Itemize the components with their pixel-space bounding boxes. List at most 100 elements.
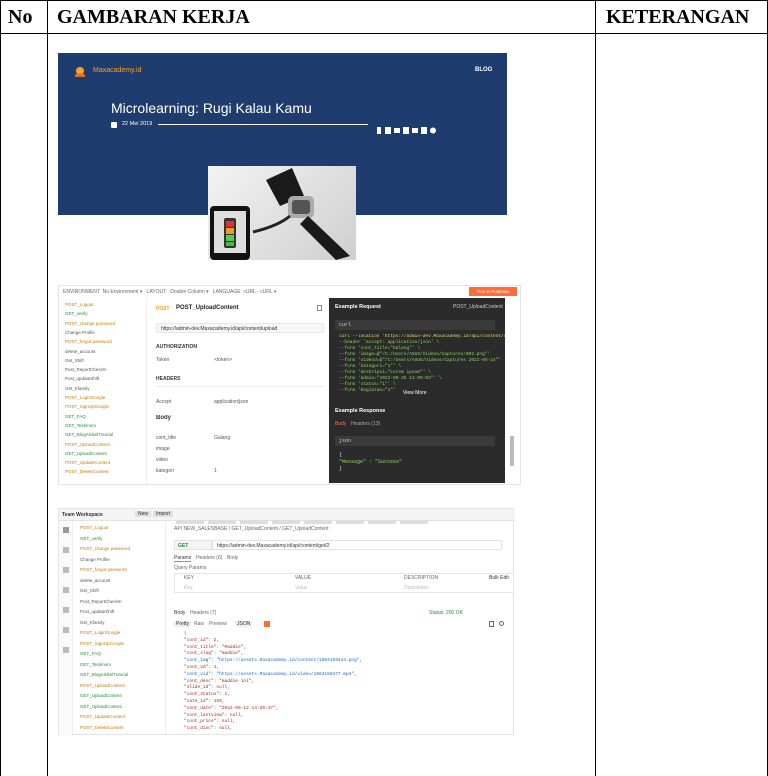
sidebar-item[interactable]: GET_verify (80, 536, 103, 543)
header-keterangan: KETERANGAN (606, 6, 750, 28)
sidebar-item[interactable]: Post_ReportCheckIn (65, 367, 107, 374)
copy-icon[interactable] (489, 621, 494, 627)
param-key-placeholder[interactable]: Key (184, 585, 193, 591)
sidebar-item[interactable]: GET_UploadContent (80, 704, 122, 711)
sidebar-item[interactable]: Get_Shift (65, 358, 84, 365)
sidebar-item[interactable]: Get_Kfamily (65, 386, 90, 393)
code-line: --header 'accept: application/json' \ (339, 340, 439, 345)
tab-body[interactable]: Body (227, 555, 238, 561)
code-line: --form 'kategori="1"' \ (339, 364, 402, 369)
example-request-name: POST_UploadContent (453, 304, 503, 310)
sidebar-item[interactable]: POST_LoginGoogle (80, 630, 120, 637)
sidebar-item[interactable]: GET_FAQ (80, 651, 101, 658)
sidebar-item[interactable]: Change Profile (80, 557, 110, 564)
code-line: "cont_lastview": null, (184, 712, 244, 718)
sidebar-item[interactable]: GET_Testimoni (80, 662, 111, 669)
sidebar-item[interactable]: Get_Shift (80, 588, 99, 595)
view-tab-pretty[interactable]: Pretty (174, 621, 192, 627)
sidebar-item[interactable]: POST_forgot password (80, 567, 127, 574)
sidebar-item[interactable]: delete_account (65, 349, 96, 356)
sidebar-item[interactable]: Post_updateShift (80, 609, 114, 616)
sidebar-item[interactable]: POST_UploadContent (80, 683, 125, 690)
params-table (174, 573, 514, 593)
wrap-icon[interactable] (264, 621, 270, 627)
view-tab-preview[interactable]: Preview (209, 621, 227, 627)
column-divider-1 (47, 0, 48, 776)
sidebar-item[interactable]: GET_UploadContent (65, 451, 107, 458)
example-response-title: Example Response (335, 408, 386, 414)
tab-params[interactable]: Params (174, 555, 192, 562)
sidebar-item[interactable]: Post_updateShift (65, 376, 99, 383)
request-tabs-strip[interactable] (174, 512, 464, 524)
param-value-placeholder[interactable]: Value (295, 585, 307, 591)
workspace-name[interactable]: Team Workspace (62, 512, 103, 518)
sidebar-item[interactable]: Post_ReportCheckIn (80, 599, 122, 606)
body-section-title: Body (156, 415, 171, 421)
code-line: "cont_title": "Maddie", (184, 644, 247, 650)
sidebar-item[interactable]: GET_UploadContent (80, 693, 122, 700)
import-button[interactable]: Import (153, 511, 174, 517)
param-col-key: KEY (184, 575, 195, 581)
authorization-section-title: AUTHORIZATION (156, 344, 198, 350)
sidebar-item[interactable]: delete_account (80, 578, 111, 585)
search-icon[interactable] (499, 621, 504, 626)
sidebar-item[interactable]: POST_DeleteContent (80, 725, 124, 732)
view-tab-raw[interactable]: Raw (194, 621, 204, 627)
body-row-value: 1 (214, 468, 217, 474)
nav-blog[interactable]: BLOG (475, 67, 492, 73)
header-gambaran-kerja: GAMBARAN KERJA (57, 6, 250, 28)
brand-name: Maxacademy.id (93, 67, 142, 74)
code-line: --form 'Kegiatan="1"' (339, 388, 396, 393)
column-divider-2 (595, 0, 596, 776)
request-url[interactable]: https://admin-dev.Maxacademy.id/api/cont… (156, 323, 324, 333)
sidebar-item[interactable]: POST_Logout (80, 525, 109, 532)
sidebar-item[interactable]: GET_BlogArtikelTutorial (80, 672, 128, 679)
sidebar-item[interactable]: POST_UpdateContent (80, 714, 125, 721)
sidebar-item[interactable]: POST_UploadContent (65, 442, 110, 449)
body-row-value: Galang (214, 435, 231, 441)
headers-section-title: HEADERS (156, 376, 181, 382)
sidebar-item[interactable]: POST_change password (65, 321, 115, 328)
url-input[interactable]: https://admin-dev.Maxacademy.id/api/cont… (212, 540, 502, 550)
response-line: } (339, 466, 343, 472)
sidebar-item[interactable]: POST_change password (80, 546, 130, 553)
sidebar-item[interactable]: GET_Testimoni (65, 423, 96, 430)
sidebar-item[interactable]: GET_FAQ (65, 414, 86, 421)
blog-title: Microlearning: Rugi Kalau Kamu (111, 100, 312, 116)
sidebar-item[interactable]: POST_Logout (65, 302, 94, 309)
response-tab-body[interactable]: Body (174, 610, 185, 616)
response-tab-headers[interactable]: Headers (13) (351, 421, 380, 427)
sidebar-item[interactable]: POST_forgot password (65, 339, 112, 346)
param-desc-placeholder[interactable]: Description (404, 585, 429, 591)
bulk-edit-link[interactable]: Bulk Edit (489, 575, 509, 581)
run-in-postman-button[interactable]: Run in Postman (469, 287, 517, 296)
sidebar-item[interactable]: POST_LoginGoogle (65, 395, 105, 402)
sidebar-item[interactable]: Get_Kfamily (80, 620, 105, 627)
sidebar-item[interactable]: POST_SignUpGoogle (80, 641, 124, 648)
response-json: { "cont_id": 2, "cont_title": "Maddie", … (174, 631, 504, 735)
collection-sidebar: POST_Logout GET_verify POST_change passwor… (59, 298, 147, 486)
sidebar-item[interactable]: GET_BlogArtikelTutorial (65, 432, 113, 439)
response-tab-body[interactable]: Body (335, 421, 346, 427)
sidebar-item[interactable]: POST_UpdateContent (65, 460, 110, 467)
view-more-button[interactable]: View More (403, 390, 427, 396)
scrollbar[interactable] (510, 436, 514, 466)
method-select[interactable]: GET (174, 540, 212, 550)
tab-headers[interactable]: Headers (6) (196, 555, 222, 561)
sidebar-item[interactable]: POST_DeleteContent (65, 469, 109, 476)
body-row-key: cont_title (156, 435, 177, 441)
code-line: { (184, 631, 187, 636)
postman-doc-screenshot: ENVIRONMENT No Environment ▾ LAYOUT Doub… (58, 285, 521, 486)
code-line: --form 'videod=@"/C:/Users/ASUS/Videos/C… (339, 358, 502, 363)
sidebar-item[interactable]: GET_verify (65, 311, 88, 318)
request-name: POST_UploadContent (176, 305, 239, 311)
code-line: "cont_status": 1, (184, 692, 230, 698)
response-tab-headers[interactable]: Headers (7) (190, 610, 216, 616)
blog-date: 22 Mei 2019 (122, 121, 153, 127)
sidebar-item[interactable]: POST_SignUpGoogle (65, 404, 109, 411)
save-icon[interactable] (317, 305, 322, 311)
sidebar-item[interactable]: Change Profile (65, 330, 95, 337)
new-button[interactable]: New (135, 511, 152, 517)
share-icons[interactable] (376, 121, 438, 134)
view-tab-json[interactable]: JSON (235, 621, 253, 627)
